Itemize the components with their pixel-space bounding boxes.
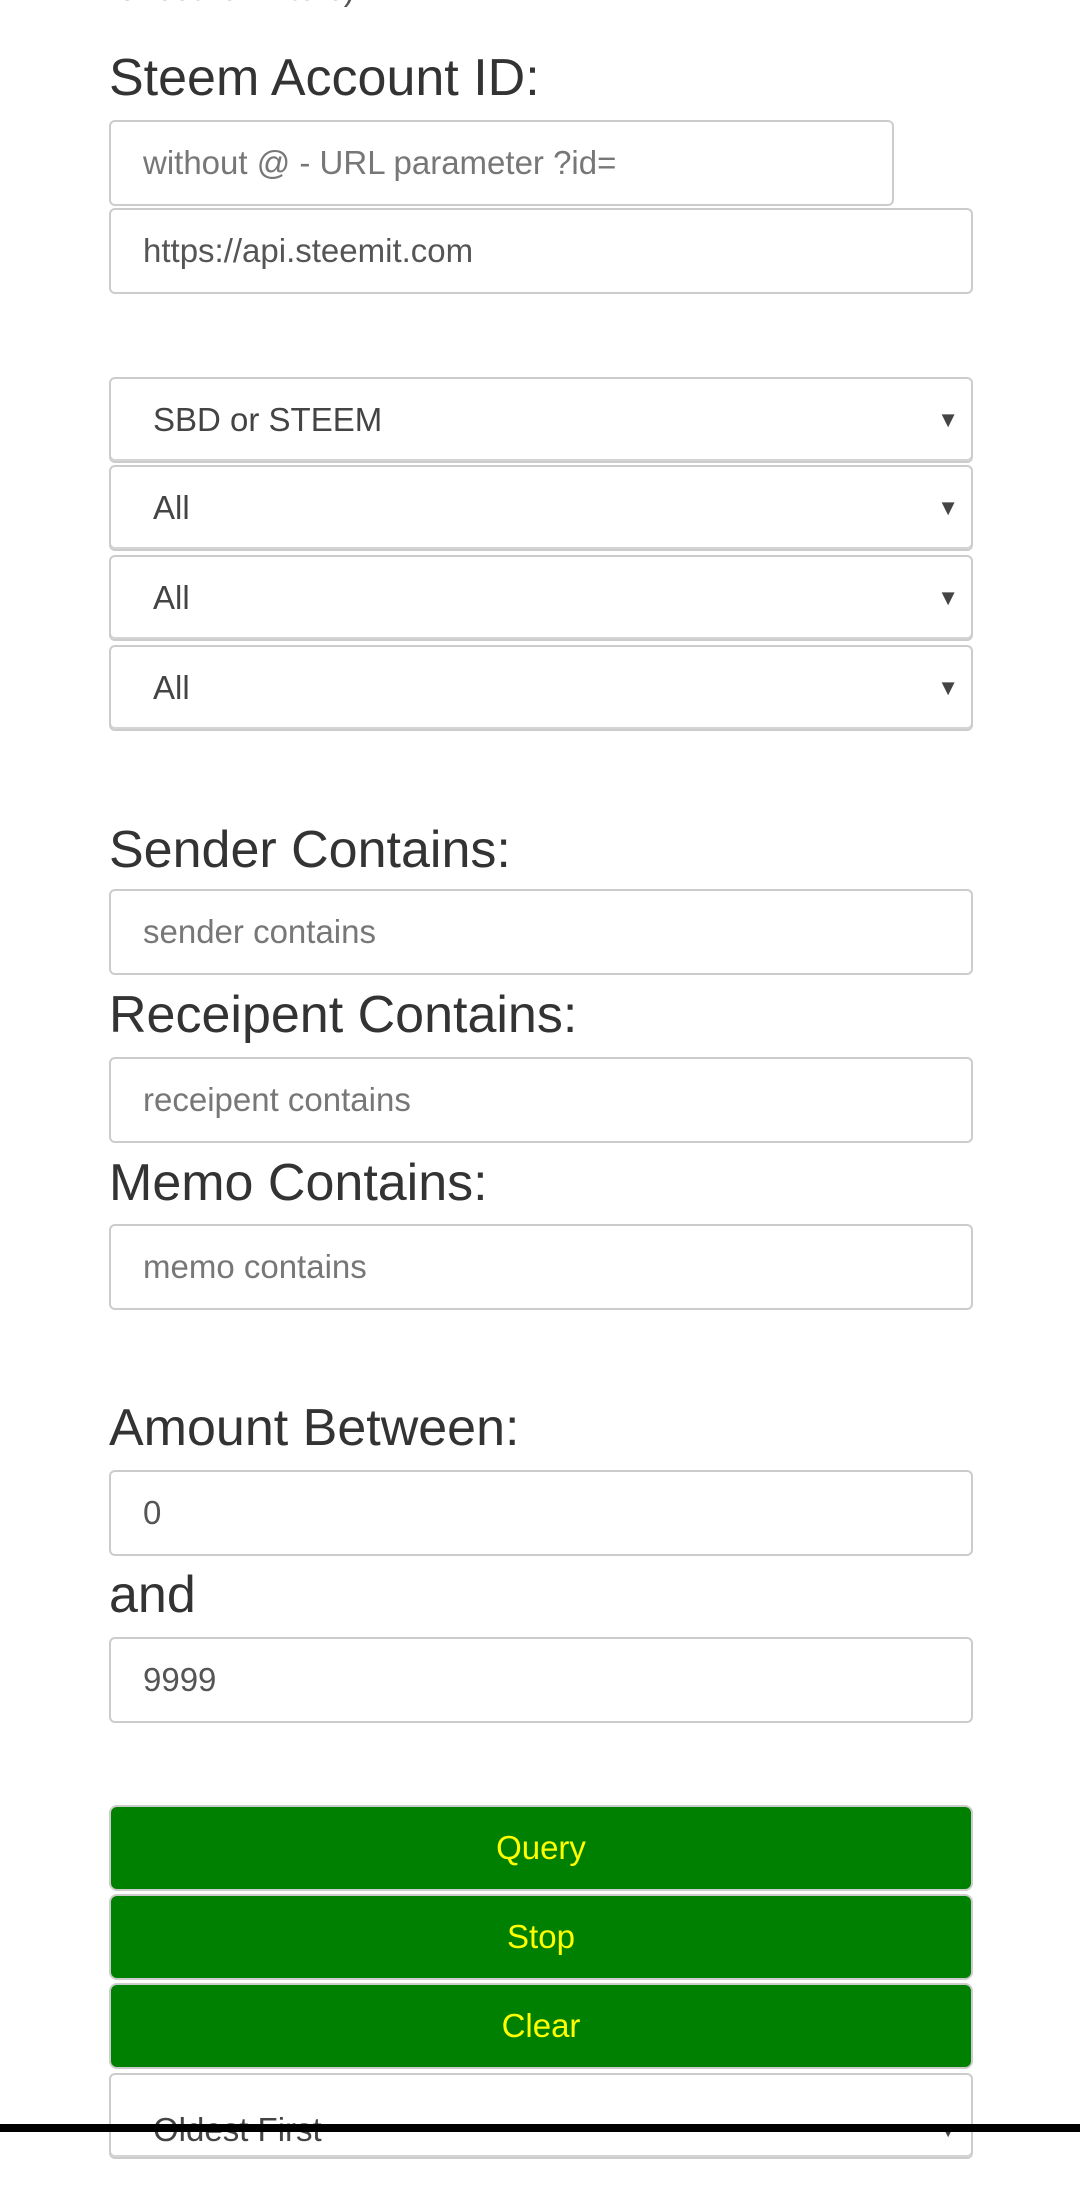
memo-label: Memo Contains:	[109, 1154, 488, 1212]
top-cropped-text: for search filters).	[109, 0, 364, 8]
chevron-down-icon: ▼	[937, 675, 959, 700]
query-button[interactable]: Query	[109, 1805, 973, 1891]
amount-max-input[interactable]: 9999	[109, 1637, 973, 1723]
screen-bottom-bar	[0, 2124, 1080, 2132]
currency-select-value: SBD or STEEM	[153, 401, 383, 438]
sort-order-select[interactable]: Oldest First▼	[109, 2073, 973, 2159]
account-id-input[interactable]: without @ - URL parameter ?id=	[109, 120, 894, 206]
sender-input[interactable]: sender contains	[109, 889, 973, 975]
filter-select-value: All	[153, 669, 190, 706]
api-url-input[interactable]: https://api.steemit.com	[109, 208, 973, 294]
currency-select[interactable]: SBD or STEEM ▼	[109, 377, 973, 463]
chevron-down-icon: ▼	[937, 407, 959, 432]
amount-label: Amount Between:	[109, 1399, 520, 1457]
filter-select-value: All	[153, 579, 190, 616]
memo-input[interactable]: memo contains	[109, 1224, 973, 1310]
amount-min-input[interactable]: 0	[109, 1470, 973, 1556]
filter-select-1[interactable]: All ▼	[109, 465, 973, 551]
sender-label: Sender Contains:	[109, 821, 511, 879]
filter-select-value: All	[153, 489, 190, 526]
filter-select-3[interactable]: All ▼	[109, 645, 973, 731]
filter-select-2[interactable]: All ▼	[109, 555, 973, 641]
and-label: and	[109, 1566, 196, 1624]
recipient-label: Receipent Contains:	[109, 986, 578, 1044]
chevron-down-icon: ▼	[937, 585, 959, 610]
clear-button[interactable]: Clear	[109, 1983, 973, 2069]
stop-button[interactable]: Stop	[109, 1894, 973, 1980]
chevron-down-icon: ▼	[937, 495, 959, 520]
recipient-input[interactable]: receipent contains	[109, 1057, 973, 1143]
account-id-label: Steem Account ID:	[109, 49, 540, 107]
